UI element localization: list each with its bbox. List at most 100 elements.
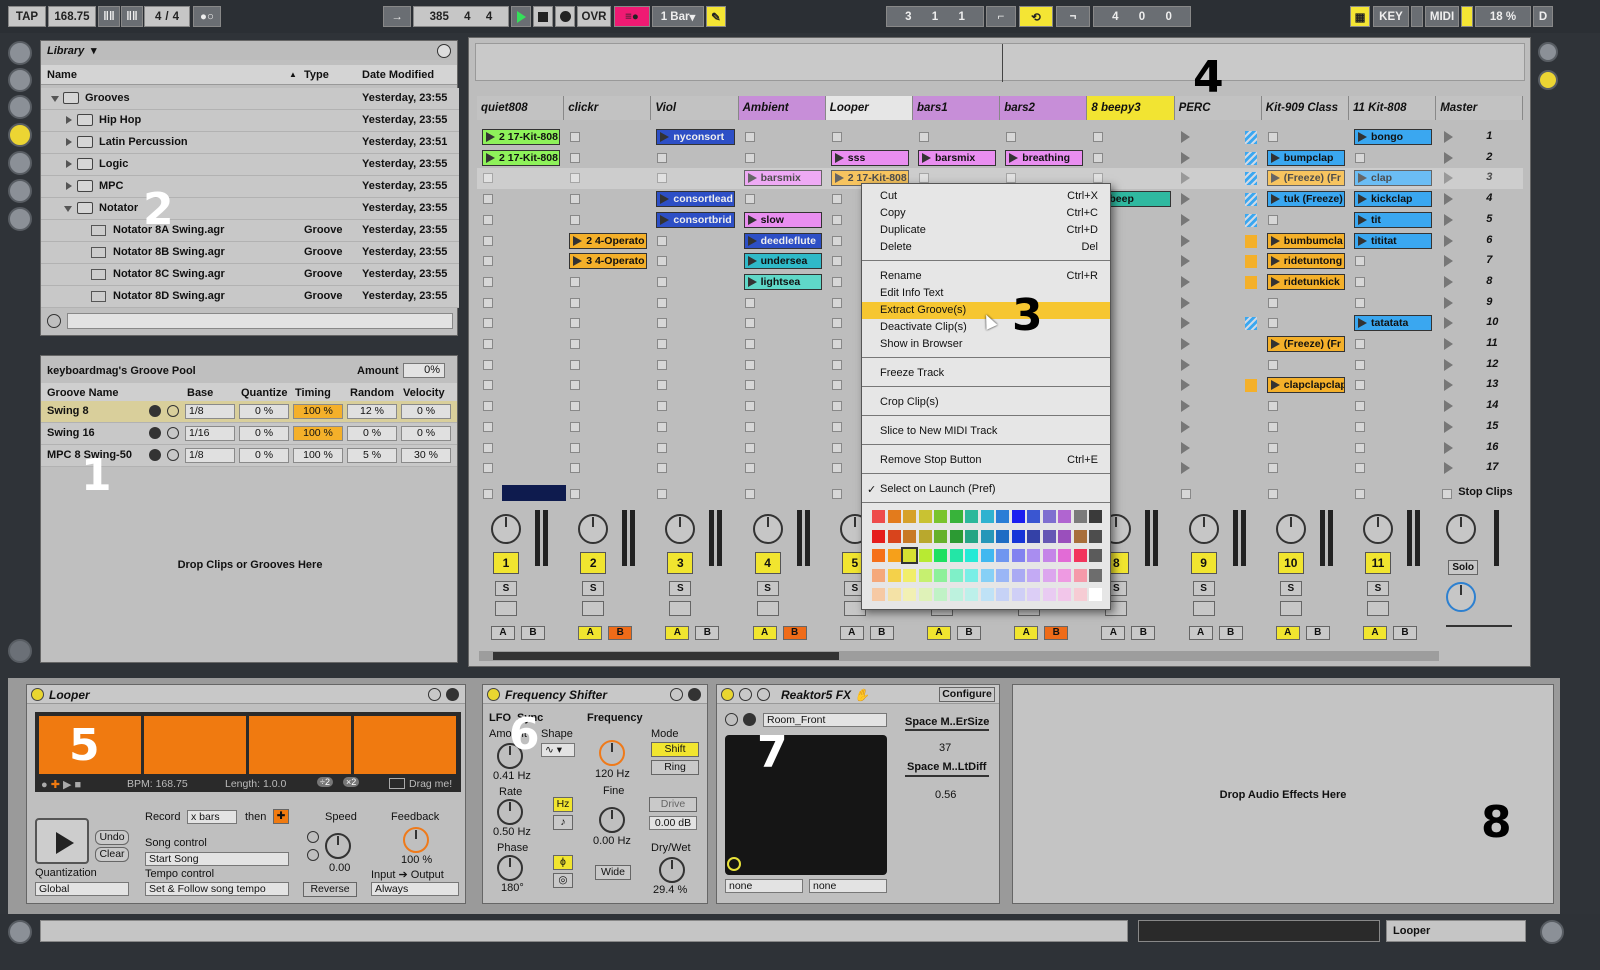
color-swatch[interactable]	[887, 510, 901, 523]
crossfade-a-button[interactable]: A	[1188, 626, 1213, 640]
amount-field[interactable]: 0%	[403, 363, 445, 378]
clip-stop-button[interactable]	[657, 401, 668, 412]
wrench-icon[interactable]	[757, 688, 770, 701]
color-swatch[interactable]	[996, 529, 1009, 543]
color-swatch[interactable]	[1073, 568, 1087, 582]
clip-launch-icon[interactable]	[1180, 462, 1190, 475]
clip-stop-button[interactable]	[1355, 442, 1365, 453]
color-swatch[interactable]	[1027, 529, 1040, 543]
color-swatch[interactable]	[965, 529, 978, 543]
param2-slider[interactable]	[905, 775, 989, 777]
clip-stop-button[interactable]	[570, 318, 581, 329]
master-pan-knob[interactable]	[1446, 514, 1477, 544]
color-swatch[interactable]	[1042, 510, 1056, 523]
random-field[interactable]: 12 %	[347, 404, 397, 419]
groove-pool-icon[interactable]	[8, 639, 32, 663]
clip-stop-button[interactable]	[570, 380, 581, 391]
clip-stop-button[interactable]	[483, 401, 493, 412]
color-swatch[interactable]	[1027, 568, 1040, 582]
sort-icon[interactable]: ▲	[289, 70, 297, 79]
track-stop-button[interactable]	[1355, 489, 1365, 499]
clip-stop-button[interactable]	[831, 442, 842, 453]
clip-stop-button[interactable]	[657, 442, 668, 453]
clip-launch-icon[interactable]	[1180, 441, 1190, 454]
color-swatch[interactable]	[872, 568, 885, 582]
arm-button[interactable]	[582, 601, 605, 616]
solo-button[interactable]: S	[1367, 581, 1389, 596]
plugin-browser-icon[interactable]	[8, 95, 32, 119]
base-select[interactable]: 1/16	[185, 426, 235, 441]
clip-launch-icon[interactable]	[1180, 296, 1190, 309]
menu-item-rename[interactable]: Rename Ctrl+R	[862, 268, 1110, 285]
menu-item-delete[interactable]: Delete Del	[862, 239, 1110, 256]
clip-stop-button[interactable]	[483, 339, 493, 349]
clip-launch-icon[interactable]	[1180, 420, 1190, 433]
list-item[interactable]: Notator 8D Swing.agr Groove Yesterday, 23:…	[41, 286, 459, 308]
clip[interactable]: (Freeze) (Fr	[1266, 170, 1345, 187]
crossfade-b-button[interactable]: B	[1044, 626, 1069, 640]
clip-stop-button[interactable]	[831, 235, 842, 246]
shift-button[interactable]: Shift	[651, 742, 699, 757]
color-swatch[interactable]	[1027, 549, 1040, 563]
color-swatch[interactable]	[980, 568, 994, 582]
list-item[interactable]: Notator 8C Swing.agr Groove Yesterday, 23:…	[41, 264, 459, 286]
quantization-menu[interactable]: 1 Bar ▾	[652, 6, 704, 27]
play-button[interactable]	[511, 6, 531, 27]
clip-stop-button[interactable]	[831, 339, 842, 349]
crossfade-b-button[interactable]: B	[521, 626, 545, 640]
color-swatch[interactable]	[934, 588, 947, 602]
preset-browse-icon[interactable]	[725, 713, 738, 726]
clip-stop-button[interactable]	[744, 194, 755, 205]
velocity-field[interactable]: 30 %	[401, 448, 451, 463]
track-stop-button[interactable]	[831, 489, 842, 499]
clip-launch-icon[interactable]	[1180, 379, 1190, 392]
save-icon[interactable]	[149, 405, 161, 417]
scene-launch-icon[interactable]	[1444, 193, 1454, 206]
clip-stop-button[interactable]	[483, 214, 493, 225]
clip-stop-button[interactable]	[1267, 132, 1278, 142]
speed-down-icon[interactable]	[307, 849, 319, 861]
clip[interactable]: 2 17-Kit-808	[482, 149, 561, 166]
track-header[interactable]: bars1	[913, 96, 1001, 120]
menu-item-crop-clip-s[interactable]: Crop Clip(s)	[862, 394, 1110, 411]
loop-start-beat[interactable]: 1	[932, 11, 938, 23]
status-minimap[interactable]	[1138, 920, 1380, 942]
clip-stop-button[interactable]	[1093, 132, 1104, 142]
clip-launch-icon[interactable]	[1180, 400, 1190, 413]
random-field[interactable]: 0 %	[347, 426, 397, 441]
reverse-button[interactable]: Reverse	[303, 882, 357, 897]
clip-stop-button[interactable]	[570, 276, 581, 287]
color-swatch[interactable]	[949, 510, 963, 523]
list-item[interactable]: Notator 8B Swing.agr Groove Yesterday, 23:…	[41, 242, 459, 264]
crossfade-a-button[interactable]: A	[578, 626, 603, 640]
list-item[interactable]: Logic Yesterday, 23:55	[41, 154, 459, 176]
color-swatch[interactable]	[996, 588, 1009, 602]
drive-button[interactable]: Drive	[649, 797, 697, 812]
color-swatch[interactable]	[980, 529, 994, 543]
clip-stop-button[interactable]	[570, 132, 581, 142]
color-swatch[interactable]	[1058, 549, 1071, 563]
clip-stop-button[interactable]	[570, 442, 581, 453]
color-swatch[interactable]	[949, 529, 963, 543]
record-length-select[interactable]: x bars	[187, 810, 237, 824]
file-browser-2-icon[interactable]	[8, 179, 32, 203]
clip[interactable]: ridetunkick	[1266, 273, 1345, 290]
hz-button[interactable]: Hz	[553, 797, 573, 812]
track-header[interactable]: PERC	[1174, 96, 1262, 120]
clip-launch-icon[interactable]	[1180, 193, 1190, 206]
color-swatch[interactable]	[980, 549, 994, 563]
drag-me-label[interactable]: Drag me!	[409, 778, 452, 790]
sync-note-icon[interactable]: ♪	[553, 815, 573, 830]
device-browser-icon[interactable]	[8, 68, 32, 92]
clip-launch-icon[interactable]	[1180, 151, 1190, 164]
cue-volume-knob[interactable]	[1446, 582, 1477, 612]
expand-icon[interactable]	[66, 160, 72, 168]
color-swatch[interactable]	[1058, 529, 1071, 543]
file-browser-1-icon[interactable]	[8, 151, 32, 175]
quantize-field[interactable]: 0 %	[239, 404, 289, 419]
sig-numerator[interactable]: 4	[155, 11, 161, 23]
clip-stop-button[interactable]	[919, 132, 929, 142]
clip[interactable]: bumbumcla	[1266, 232, 1345, 249]
color-swatch[interactable]	[934, 529, 947, 543]
groove-drop-zone[interactable]: Drop Clips or Grooves Here	[41, 559, 459, 571]
